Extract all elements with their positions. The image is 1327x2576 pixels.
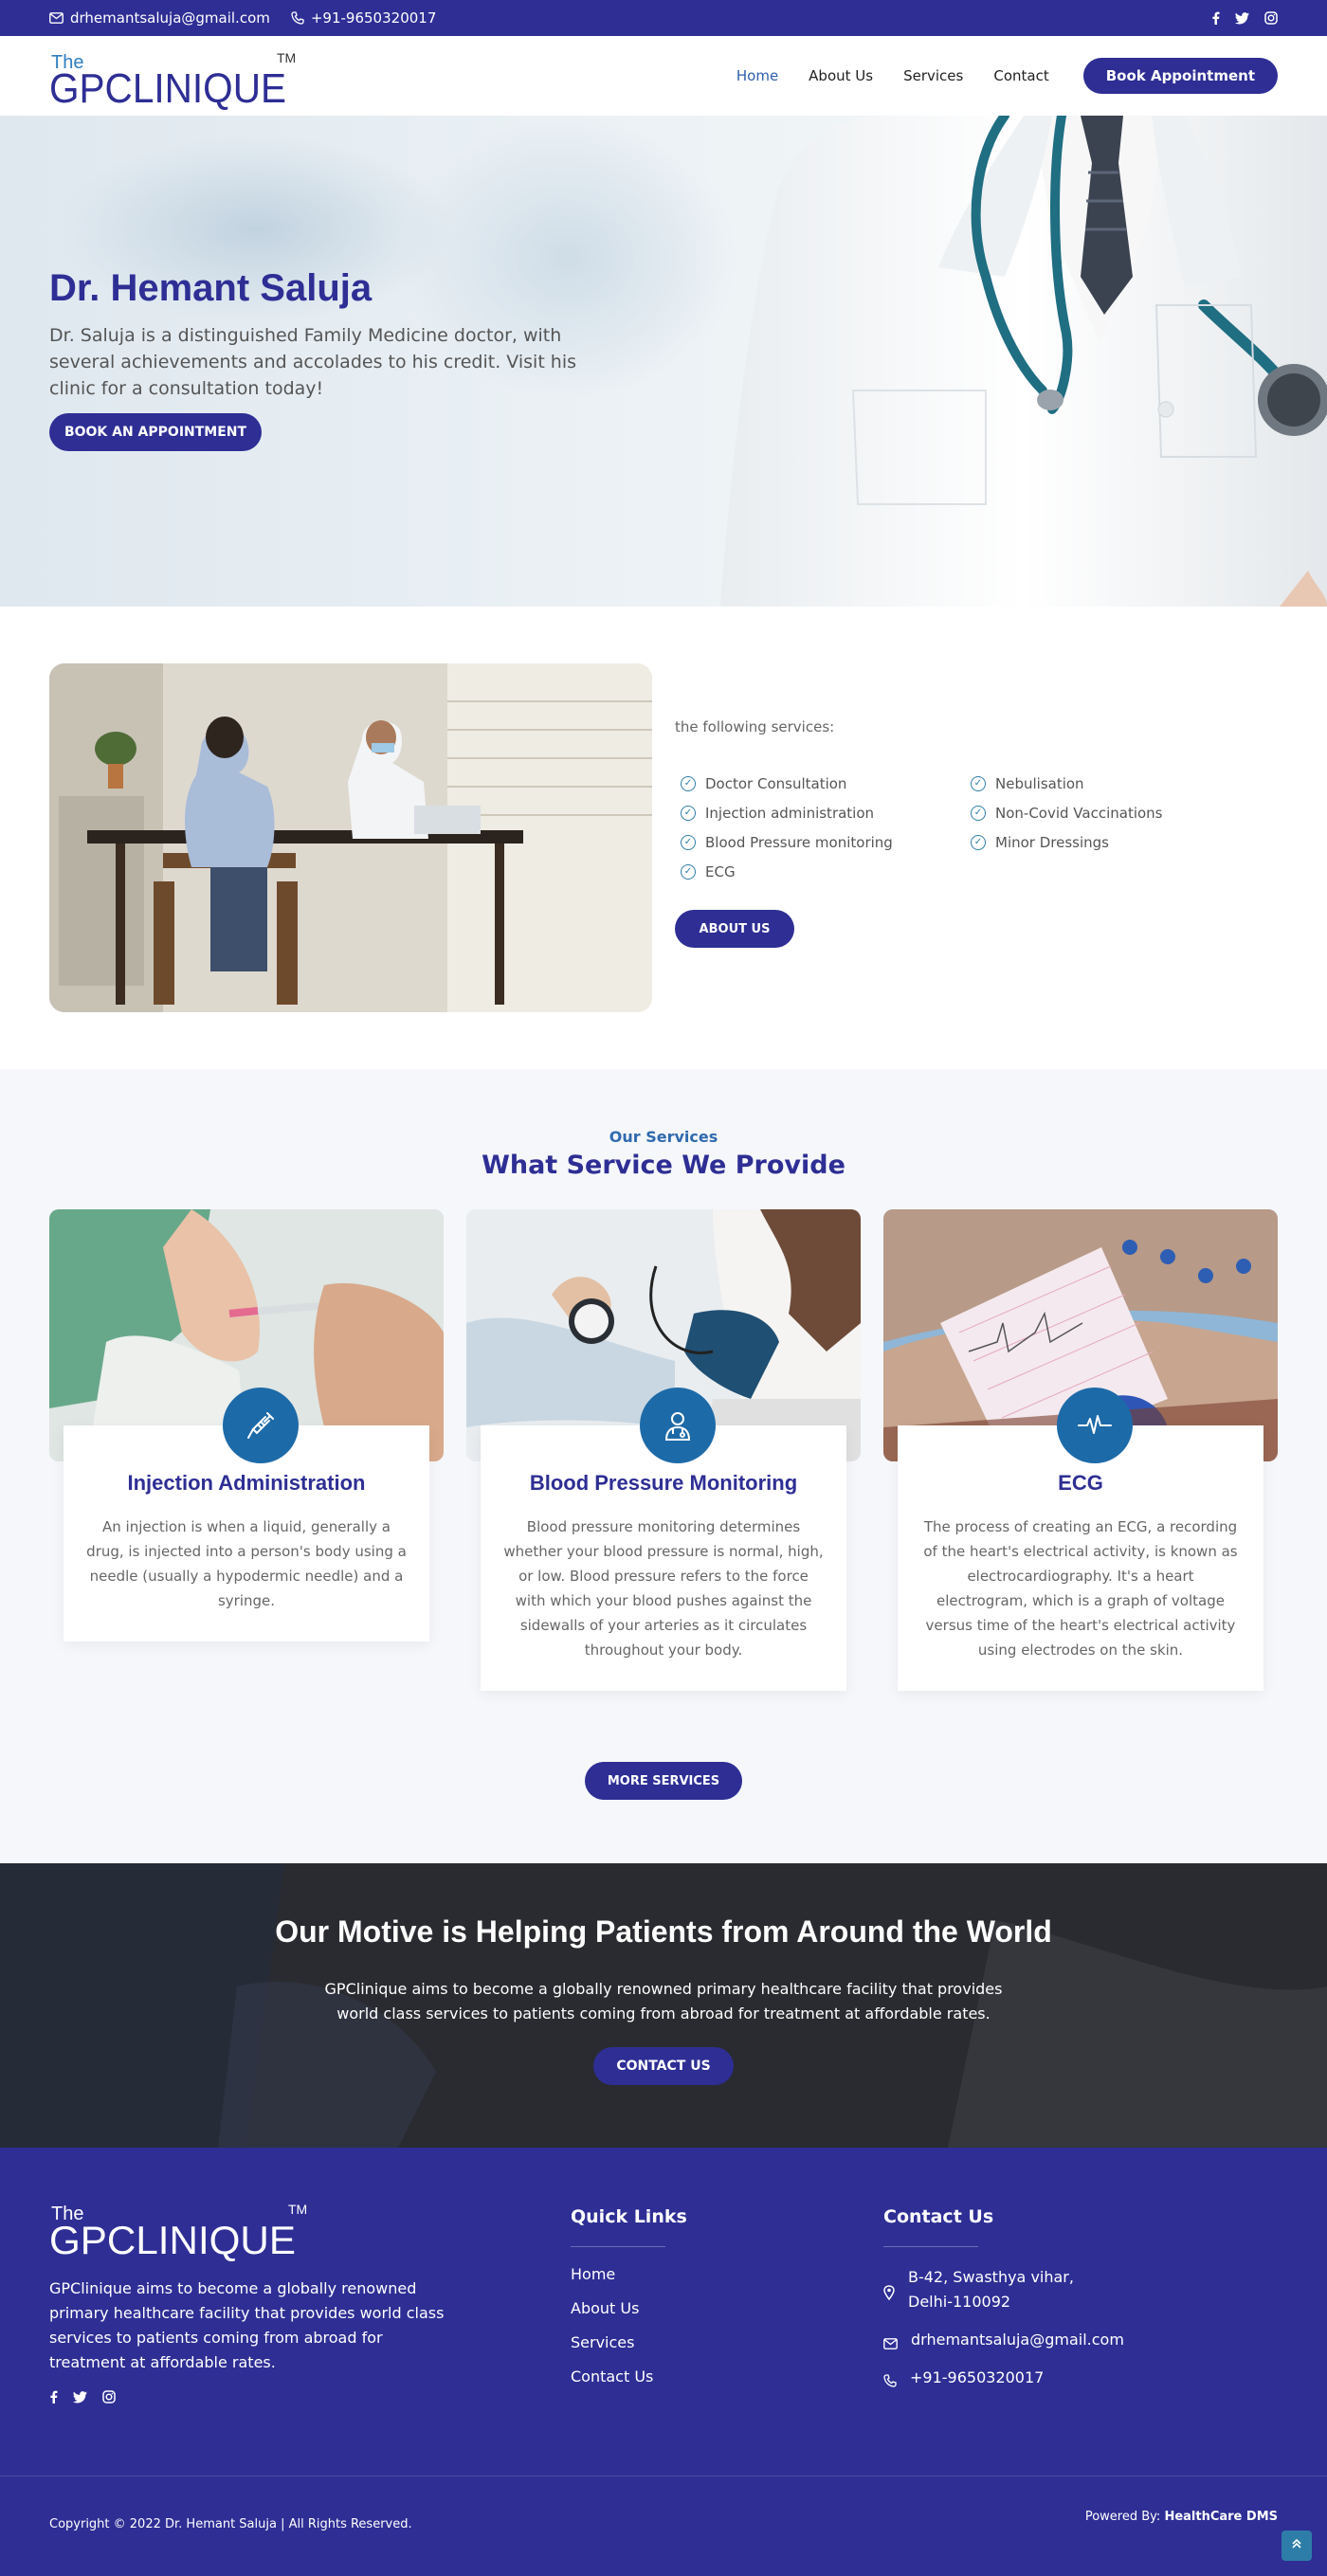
footer-logo-name: GPCLINIQUE (49, 2218, 296, 2261)
contact-title: Contact Us (883, 2206, 994, 2227)
quick-links-title: Quick Links (571, 2206, 687, 2227)
service-card-title: ECG (1058, 1471, 1103, 1495)
phone-icon (883, 2371, 897, 2390)
list-item: ✓ Doctor Consultation (681, 775, 971, 792)
powered-by-link[interactable]: HealthCare DMS (1164, 2510, 1278, 2524)
syringe-icon (223, 1388, 299, 1463)
check-circle-icon: ✓ (681, 834, 696, 850)
site-footer: The GPCLINIQUE TM GPClinique aims to bec… (0, 2148, 1327, 2576)
contact-email-text: drhemantsaluja@gmail.com (911, 2331, 1124, 2349)
contact-phone-text: +91-9650320017 (910, 2368, 1045, 2386)
heartbeat-icon (1057, 1388, 1133, 1463)
quick-links-list: Home About Us Services Contact Us (571, 2265, 653, 2402)
instagram-icon[interactable] (102, 2390, 116, 2404)
about-section: the following services: ✓ Doctor Consulta… (0, 607, 1327, 1069)
contact-address: B-42, Swasthya vihar, Delhi-110092 (883, 2265, 1124, 2314)
check-circle-icon: ✓ (971, 775, 986, 791)
topbar-email[interactable]: drhemantsaluja@gmail.com (49, 9, 270, 27)
service-card-body: ECG The process of creating an ECG, a re… (898, 1388, 1263, 1691)
site-logo[interactable]: The GPCLINIQUE TM (49, 47, 305, 112)
nav-contact[interactable]: Contact (993, 67, 1048, 84)
footer-description: GPClinique aims to become a globally ren… (49, 2279, 445, 2371)
list-item: ✓ Injection administration (681, 805, 971, 822)
main-nav: Home About Us Services Contact Book Appo… (706, 36, 1278, 116)
facebook-icon[interactable] (1211, 11, 1220, 25)
double-chevron-up-icon (1291, 2538, 1302, 2553)
check-circle-icon: ✓ (681, 805, 696, 821)
check-circle-icon: ✓ (971, 834, 986, 850)
doctor-icon (640, 1388, 716, 1463)
list-item: ✓ ECG (681, 863, 971, 880)
powered-by: Powered By: HealthCare DMS (1084, 2510, 1278, 2524)
footer-logo[interactable]: The GPCLINIQUE TM (49, 2201, 315, 2262)
check-circle-icon: ✓ (681, 775, 696, 791)
hero-description: Dr. Saluja is a distinguished Family Med… (49, 325, 577, 399)
logo-tm: TM (277, 50, 296, 65)
mail-icon (883, 2334, 898, 2352)
nav-home[interactable]: Home (736, 67, 778, 84)
footer-logo-tm: TM (288, 2202, 307, 2217)
about-us-button[interactable]: ABOUT US (675, 910, 794, 948)
footer-link-contact-us[interactable]: Contact Us (571, 2367, 653, 2402)
list-item: ✓ Blood Pressure monitoring (681, 834, 971, 851)
service-card-title: Injection Administration (127, 1471, 366, 1495)
check-circle-icon: ✓ (681, 863, 696, 880)
service-card-text: Blood pressure monitoring determines whe… (503, 1518, 824, 1659)
address-line-1: B-42, Swasthya vihar, (908, 2268, 1074, 2286)
services-title: What Service We Provide (482, 1151, 845, 1180)
mail-icon (49, 12, 64, 24)
logo-name: GPCLINIQUE (49, 65, 286, 110)
address-line-2: Delhi-110092 (908, 2293, 1011, 2311)
phone-icon (291, 11, 304, 25)
service-card-body: Injection Administration An injection is… (64, 1388, 429, 1642)
list-item: ✓ Minor Dressings (971, 834, 1261, 851)
contact-email[interactable]: drhemantsaluja@gmail.com (883, 2328, 1124, 2352)
scroll-to-top-button[interactable] (1282, 2531, 1312, 2561)
copyright-text: Copyright © 2022 Dr. Hemant Saluja | All… (49, 2517, 412, 2531)
list-item: ✓ Non-Covid Vaccinations (971, 805, 1261, 822)
service-card-title: Blood Pressure Monitoring (529, 1471, 798, 1495)
book-an-appointment-button[interactable]: BOOK AN APPOINTMENT (49, 413, 262, 451)
nav-about-us[interactable]: About Us (809, 67, 873, 84)
service-card-text: An injection is when a liquid, generally… (86, 1518, 407, 1609)
services-kicker: Our Services (609, 1128, 718, 1146)
topbar-phone[interactable]: +91-9650320017 (291, 9, 437, 27)
motive-text: GPClinique aims to become a globally ren… (324, 1980, 1003, 2023)
motive-title: Our Motive is Helping Patients from Arou… (275, 1914, 1052, 1949)
consultation-photo (49, 663, 652, 1012)
check-circle-icon: ✓ (971, 805, 986, 821)
hero-section: Dr. Hemant Saluja Dr. Saluja is a distin… (0, 116, 1327, 607)
site-header: The GPCLINIQUE TM Home About Us Services… (0, 36, 1327, 116)
topbar-email-text: drhemantsaluja@gmail.com (70, 9, 270, 27)
about-intro-tail: the following services: (675, 718, 835, 735)
twitter-icon[interactable] (1235, 11, 1249, 25)
service-card-body: Blood Pressure Monitoring Blood pressure… (481, 1388, 846, 1691)
service-card-text: The process of creating an ECG, a record… (923, 1518, 1238, 1659)
nav-services[interactable]: Services (903, 67, 963, 84)
book-appointment-button[interactable]: Book Appointment (1082, 58, 1278, 94)
footer-link-services[interactable]: Services (571, 2333, 653, 2367)
services-section: Our Services What Service We Provide Inj… (0, 1069, 1327, 1863)
instagram-icon[interactable] (1264, 11, 1278, 25)
motive-banner: Our Motive is Helping Patients from Arou… (0, 1863, 1327, 2148)
contact-list: B-42, Swasthya vihar, Delhi-110092 drhema… (883, 2265, 1124, 2404)
contact-us-button[interactable]: CONTACT US (593, 2047, 734, 2085)
top-bar: drhemantsaluja@gmail.com +91-9650320017 (0, 0, 1327, 36)
hero-title: Dr. Hemant Saluja (49, 267, 373, 309)
contact-phone[interactable]: +91-9650320017 (883, 2366, 1124, 2390)
topbar-phone-text: +91-9650320017 (310, 9, 437, 27)
facebook-icon[interactable] (49, 2390, 58, 2404)
location-pin-icon (883, 2270, 895, 2314)
twitter-icon[interactable] (73, 2390, 87, 2404)
list-item: ✓ Nebulisation (971, 775, 1261, 792)
about-services-list: ✓ Doctor Consultation ✓ Nebulisation ✓ Inje… (681, 775, 1268, 880)
footer-link-about-us[interactable]: About Us (571, 2299, 653, 2333)
more-services-button[interactable]: MORE SERVICES (585, 1762, 742, 1800)
footer-social (49, 2390, 116, 2404)
footer-link-home[interactable]: Home (571, 2265, 653, 2299)
